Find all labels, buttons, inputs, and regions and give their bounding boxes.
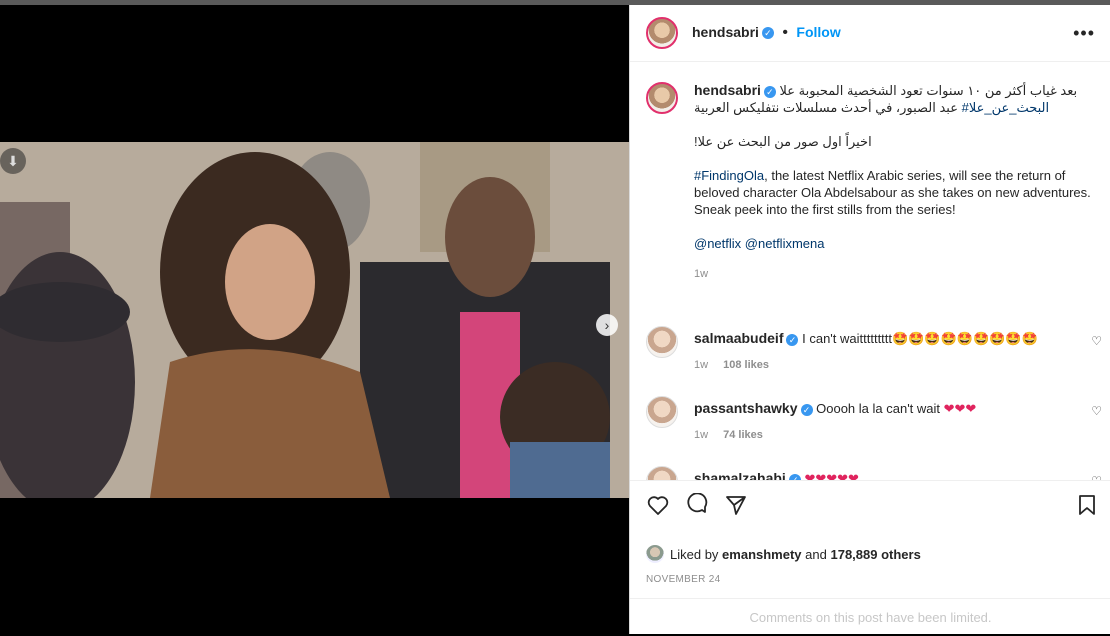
save-bookmark-icon[interactable] <box>1075 493 1099 517</box>
separator-dot: • <box>782 24 788 41</box>
post-header: hendsabri ✓ • Follow ••• <box>630 5 1110 62</box>
comment-body: passantshawky ✓ Ooooh la la can't wait ❤❤… <box>694 400 1064 441</box>
commenter-avatar[interactable] <box>646 466 678 480</box>
caption-arabic-line2: اخيراً اول صور من البحث عن علا! <box>694 134 872 149</box>
comment-emoji: 🤩🤩🤩🤩🤩🤩🤩🤩🤩 <box>892 332 1038 347</box>
verified-badge-icon: ✓ <box>786 333 799 346</box>
liked-by-prefix: Liked by <box>670 546 719 562</box>
liked-by-and: and <box>805 546 827 562</box>
commenter-avatar[interactable] <box>646 396 678 428</box>
mention-netflix[interactable]: @netflix <box>694 236 741 251</box>
comments-limited-notice: Comments on this post have been limited. <box>630 598 1110 636</box>
download-icon[interactable]: ⬇ <box>0 148 26 174</box>
post-side-panel: hendsabri ✓ • Follow ••• hendsabri ✓ بعد غ… <box>629 5 1110 634</box>
author-avatar[interactable] <box>646 17 678 49</box>
like-heart-icon[interactable] <box>646 493 670 517</box>
liked-by-user[interactable]: emanshmety <box>722 547 801 562</box>
comment-likes[interactable]: 74 likes <box>723 429 763 441</box>
comment-body: shamalzahabi ✓ ❤❤❤❤❤ <box>694 470 1064 480</box>
comment-timestamp[interactable]: 1w <box>694 429 708 441</box>
caption-timestamp[interactable]: 1w <box>694 266 1094 283</box>
liked-by-count[interactable]: 178,889 others <box>830 547 920 562</box>
commenter-username[interactable]: shamalzahabi <box>694 470 786 480</box>
caption-english-text2: Sneak peek into the first stills from th… <box>694 202 956 217</box>
more-options-icon[interactable]: ••• <box>1073 23 1095 44</box>
verified-badge-icon: ✓ <box>761 26 774 39</box>
photo-illustration <box>0 142 629 498</box>
comment-timestamp[interactable]: 1w <box>694 359 708 371</box>
comment-emoji: ❤❤❤ <box>943 402 977 417</box>
next-image-button[interactable]: › <box>596 314 618 336</box>
comments-scroll-area[interactable]: hendsabri ✓ بعد غياب أكثر من ١٠ سنوات تعو… <box>630 62 1110 480</box>
post-photo[interactable] <box>0 142 629 498</box>
caption-author-avatar[interactable] <box>646 82 678 114</box>
commenter-avatar[interactable] <box>646 326 678 358</box>
verified-badge-icon: ✓ <box>763 85 776 98</box>
caption-arabic-hashtag[interactable]: #البحث_عن_علا <box>962 100 1050 115</box>
follow-button[interactable]: Follow <box>796 24 840 40</box>
verified-badge-icon: ✓ <box>800 403 813 416</box>
commenter-username[interactable]: salmaabudeif <box>694 330 783 346</box>
mention-netflixmena[interactable]: @netflixmena <box>745 236 825 251</box>
share-paper-plane-icon[interactable] <box>724 493 748 517</box>
liker-avatar[interactable] <box>646 545 664 563</box>
commenter-username[interactable]: passantshawky <box>694 400 798 416</box>
caption-text: hendsabri ✓ بعد غياب أكثر من ١٠ سنوات تعو… <box>694 82 1094 283</box>
comment-text: I can't waittttttttt <box>802 331 893 346</box>
comment-bubble-icon[interactable] <box>685 493 709 517</box>
like-comment-heart-icon[interactable]: ♡ <box>1091 404 1102 418</box>
comment-text: Ooooh la la can't wait <box>816 401 941 416</box>
post-actions: Liked by emanshmety and 178,889 others N… <box>630 480 1110 631</box>
like-comment-heart-icon[interactable]: ♡ <box>1091 334 1102 348</box>
comment-likes[interactable]: 108 likes <box>723 359 769 371</box>
author-username[interactable]: hendsabri <box>692 24 759 40</box>
caption-hashtag-findingola[interactable]: #FindingOla <box>694 168 764 183</box>
comment-body: salmaabudeif ✓ I can't waittttttttt🤩🤩🤩🤩🤩🤩… <box>694 330 1064 371</box>
liked-by-line: Liked by emanshmety and 178,889 others <box>646 545 921 563</box>
post-date[interactable]: NOVEMBER 24 <box>646 574 720 585</box>
post-media: ⬇ › <box>0 5 629 634</box>
comment-emoji: ❤❤❤❤❤ <box>804 472 859 480</box>
caption-username[interactable]: hendsabri <box>694 82 761 98</box>
